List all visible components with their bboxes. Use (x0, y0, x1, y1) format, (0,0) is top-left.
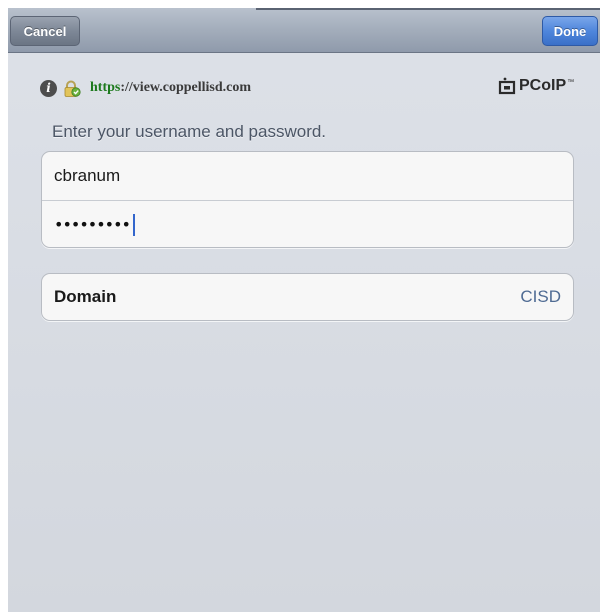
logo-trademark: ™ (567, 79, 575, 86)
login-prompt: Enter your username and password. (52, 122, 327, 141)
credentials-group: cbranum ••••••••• (41, 151, 574, 248)
login-sheet: Cancel Done i https://view.coppellisd.co… (8, 8, 600, 612)
top-toolbar: Cancel Done (8, 8, 600, 53)
domain-group: Domain CISD (41, 273, 574, 321)
info-icon[interactable]: i (40, 79, 57, 97)
username-field[interactable]: cbranum (42, 152, 573, 200)
url-scheme: https (90, 80, 121, 95)
text-cursor (132, 213, 135, 236)
password-masked-value: ••••••••• (54, 215, 131, 234)
pcoip-logo: PCoIP ™ (498, 77, 574, 95)
url-host: ://view.coppellisd.com (120, 80, 252, 95)
done-button[interactable]: Done (542, 16, 598, 46)
logo-text: PCoIP (519, 77, 567, 94)
cancel-button[interactable]: Cancel (10, 16, 80, 46)
toolbar-edge-line (256, 8, 600, 10)
password-field[interactable]: ••••••••• (42, 200, 573, 248)
lock-icon (64, 80, 81, 97)
server-url-row: i https://view.coppellisd.com (40, 78, 251, 98)
domain-value: CISD (520, 287, 561, 306)
pcoip-logo-mark-icon (498, 77, 516, 95)
server-url: https://view.coppellisd.com (90, 80, 251, 96)
domain-label: Domain (54, 287, 117, 306)
domain-row[interactable]: Domain CISD (42, 274, 573, 320)
username-value: cbranum (54, 166, 121, 185)
